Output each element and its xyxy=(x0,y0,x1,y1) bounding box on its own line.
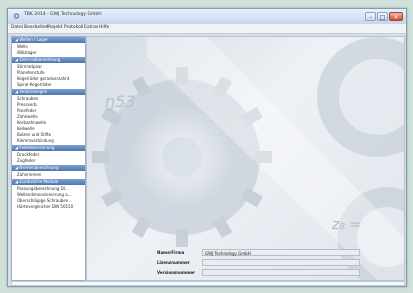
sidebar-item-waelzlager[interactable]: Wälzlager xyxy=(17,50,37,55)
company-label: Name/Firma xyxy=(157,250,185,255)
maximize-button[interactable]: □ xyxy=(377,12,388,21)
sidebar-item-zugfeder[interactable]: Zugfeder xyxy=(17,158,35,163)
status-bar xyxy=(11,281,405,286)
sidebar-item-passfeder[interactable]: Passfeder xyxy=(17,108,36,113)
sidebar-item-zahnwelle[interactable]: Zahnwelle xyxy=(17,114,38,119)
section-header-riemenberechnung[interactable]: ◢ Riemenberechnung xyxy=(12,165,85,171)
sidebar-item-haertevergleicher[interactable]: Härtevergleicher DIN 50150 xyxy=(17,204,73,209)
title-bar: TBK 2014 - GWJ Technology GmbH – □ ✕ xyxy=(8,9,406,25)
sidebar-item-spiral-kegelraeder[interactable]: Spiral-Kegelräder xyxy=(17,82,52,87)
main-panel: ŋ53 z₈ = Name/Firma GWJ Technology GmbH … xyxy=(86,36,405,281)
sidebar-item-kerbzahnwelle[interactable]: Kerbzahnwelle xyxy=(17,120,46,125)
section-header-verbindungen[interactable]: ◢ Verbindungen xyxy=(12,89,85,95)
menu-hilfe[interactable]: Hilfe xyxy=(99,25,109,30)
close-button[interactable]: ✕ xyxy=(389,12,403,21)
watermark-text-left: ŋ53 xyxy=(105,92,136,111)
app-gear-icon xyxy=(13,13,20,19)
module-sidebar: ◢ Wellen / Lager Welle Wälzlager ◢ Zahnr… xyxy=(11,36,86,281)
license-label: Lizenznummer xyxy=(157,260,190,265)
menu-bar: Datei Bearbeiten Projekt Protokoll Extra… xyxy=(8,24,406,34)
company-value: GWJ Technology GmbH xyxy=(202,249,360,256)
section-header-wellen-lager[interactable]: ◢ Wellen / Lager xyxy=(12,37,85,43)
menu-extras[interactable]: Extras xyxy=(84,25,98,30)
section-header-zusaetzliche-module[interactable]: ◢ Zusätzliche Module xyxy=(12,179,85,185)
sidebar-item-klemmverbindung[interactable]: Klemmverbindung xyxy=(17,138,54,143)
sidebar-item-welle[interactable]: Welle xyxy=(17,44,28,49)
minimize-button[interactable]: – xyxy=(365,12,376,21)
version-value xyxy=(202,269,360,276)
sidebar-item-pressverb[interactable]: Pressverb. xyxy=(17,102,38,107)
sidebar-item-planetenstufe[interactable]: Planetenstufe xyxy=(17,70,45,75)
sidebar-item-stirnradpaar[interactable]: Stirnradpaar xyxy=(17,64,42,69)
section-header-zahnradberechnung[interactable]: ◢ Zahnradberechnung xyxy=(12,57,85,63)
sidebar-item-schrauben-ueberschlag[interactable]: Überschlägige Schrauben... xyxy=(17,198,72,203)
watermark-text-right: z₈ = xyxy=(331,217,361,233)
section-header-federberechnung[interactable]: ◢ Federberechnung xyxy=(12,145,85,151)
sidebar-item-schrauben[interactable]: Schrauben xyxy=(17,96,38,101)
menu-datei[interactable]: Datei xyxy=(11,25,23,30)
license-value xyxy=(202,259,360,266)
window-title: TBK 2014 - GWJ Technology GmbH xyxy=(24,12,102,17)
sidebar-item-wellendimensionierung[interactable]: Wellendimensionierung a... xyxy=(17,192,71,197)
sidebar-item-kegelraeder[interactable]: Kegelräder geradverzahnt xyxy=(17,76,69,81)
menu-bearbeiten[interactable]: Bearbeiten xyxy=(24,25,49,30)
sidebar-item-druckfeder[interactable]: Druckfeder xyxy=(17,152,39,157)
sidebar-item-zahnriemen[interactable]: Zahnriemen xyxy=(17,172,41,177)
sidebar-item-keilwelle[interactable]: Keilwelle xyxy=(17,126,35,131)
sidebar-item-passungsberechnung[interactable]: Passungsberechnung DI... xyxy=(17,186,69,191)
gear-background-graphic: ŋ53 z₈ = xyxy=(92,37,404,280)
sidebar-item-bolzen-stifte[interactable]: Bolzen und Stifte xyxy=(17,132,51,137)
menu-projekt[interactable]: Projekt xyxy=(47,25,63,30)
app-window: TBK 2014 - GWJ Technology GmbH – □ ✕ Dat… xyxy=(7,8,407,287)
version-label: Versionsnummer xyxy=(157,270,196,275)
menu-protokoll[interactable]: Protokoll xyxy=(64,25,83,30)
